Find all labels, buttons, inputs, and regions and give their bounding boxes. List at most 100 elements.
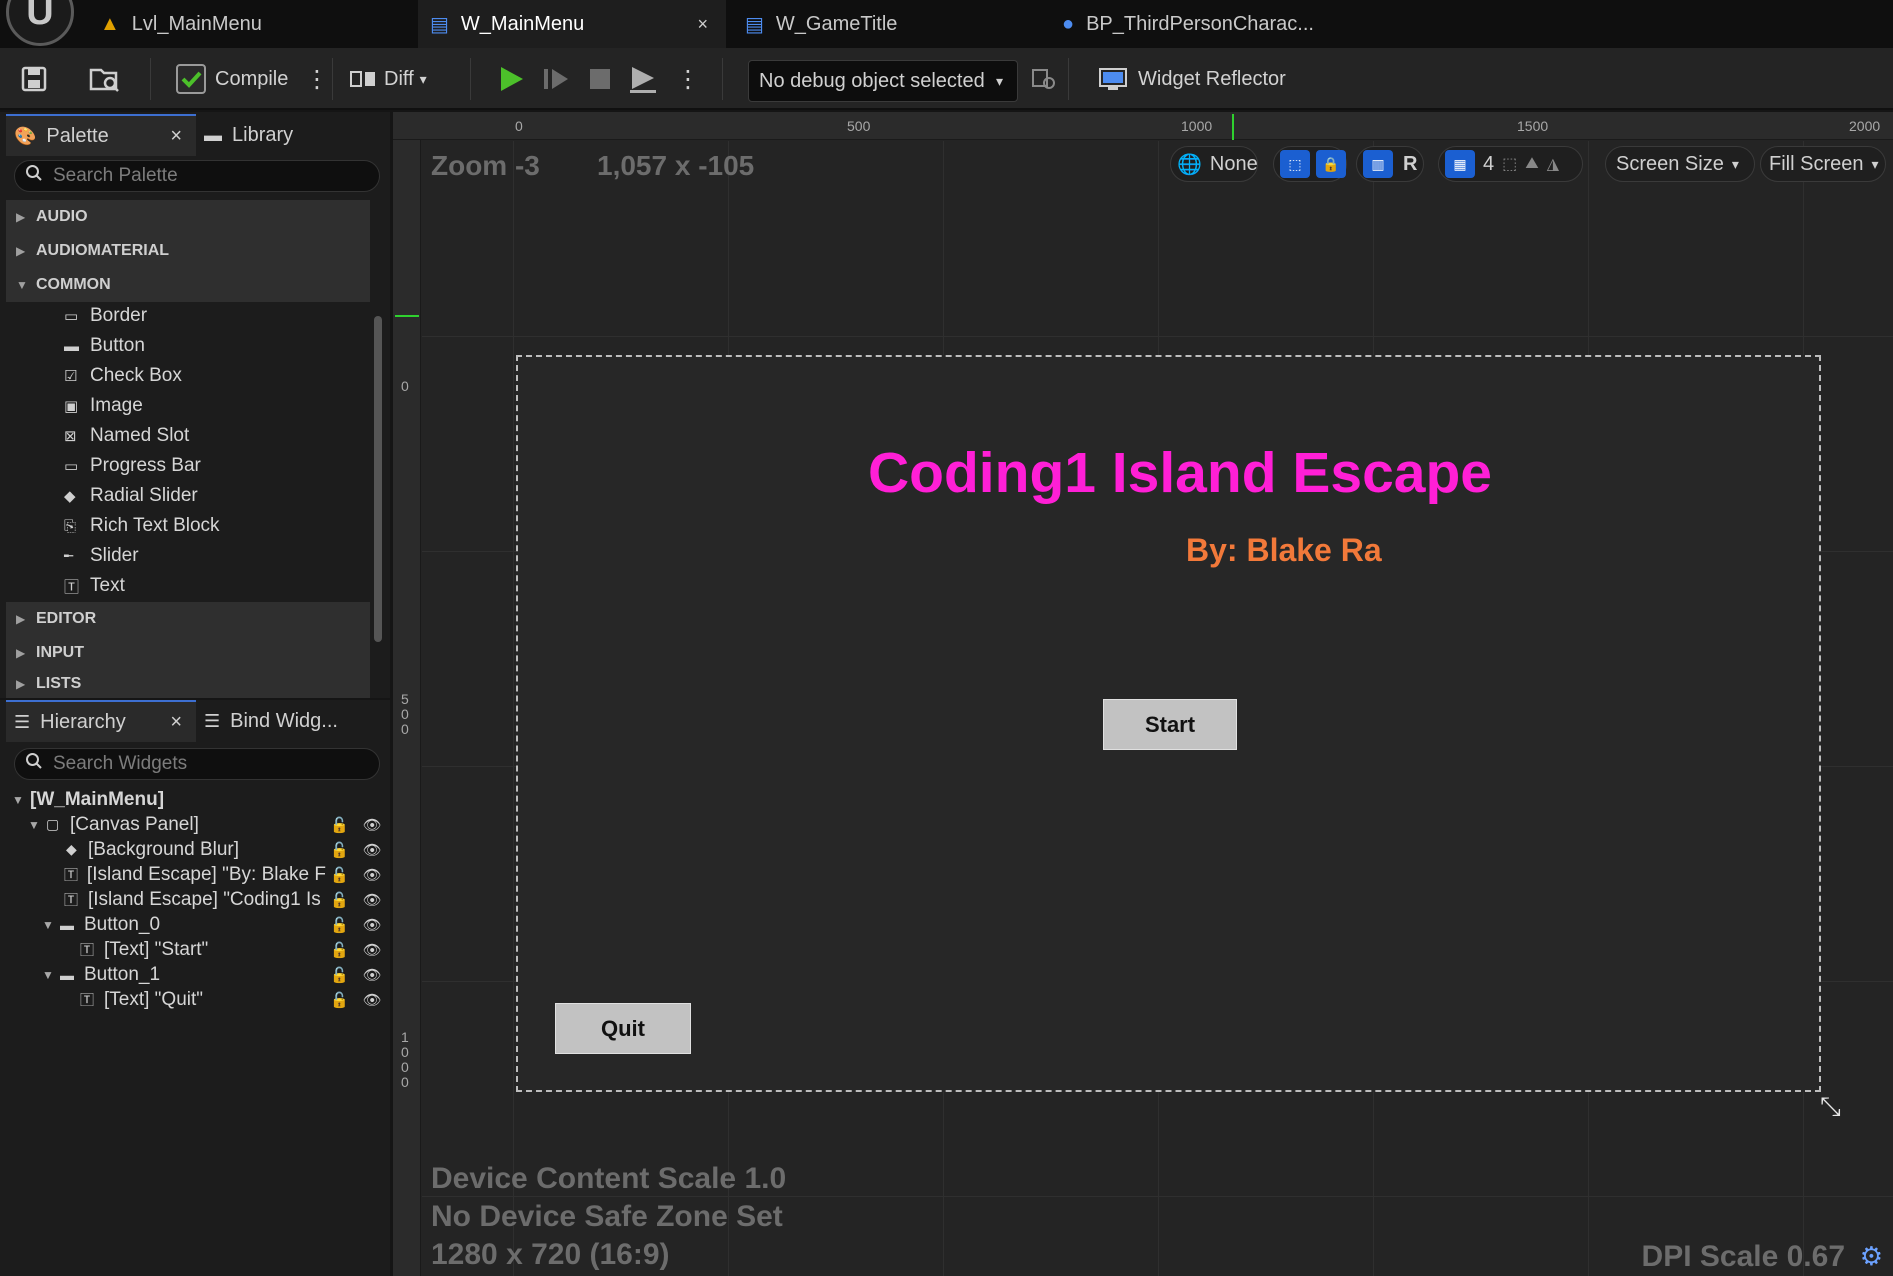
screen-size-dropdown[interactable]: Screen Size ▾: [1605, 146, 1755, 182]
unlock-icon[interactable]: 🔓: [330, 841, 349, 859]
chevron-down-icon: ▼: [42, 917, 54, 932]
debug-filter-icon[interactable]: [1030, 58, 1058, 100]
stop-icon: [590, 69, 610, 89]
search-palette-input[interactable]: Search Palette: [14, 160, 380, 192]
category-editor[interactable]: ▶ EDITOR: [6, 602, 370, 636]
stop-button[interactable]: [584, 58, 616, 100]
tab-lvl-mainmenu[interactable]: ▲ Lvl_MainMenu: [100, 0, 400, 48]
compile-icon: [175, 63, 207, 95]
grid-snap-icon[interactable]: ▦: [1445, 150, 1475, 178]
eye-icon[interactable]: 👁: [363, 891, 382, 909]
settings-gear-icon[interactable]: ⚙: [1860, 1241, 1883, 1272]
localization-preview-button[interactable]: 🌐 None: [1170, 146, 1258, 182]
palette-item-slider[interactable]: ╾ Slider: [64, 541, 139, 571]
quit-button[interactable]: Quit: [555, 1003, 691, 1054]
row-visibility-controls: 🔓 👁: [330, 837, 382, 862]
close-icon[interactable]: ×: [170, 711, 182, 734]
tree-row-button-1[interactable]: ▼ ▬ Button_1: [42, 962, 160, 987]
ruler-cursor-marker: [395, 315, 419, 317]
palette-item-text[interactable]: 🅃 Text: [64, 571, 125, 601]
category-lists[interactable]: ▶ LISTS: [6, 670, 370, 698]
tree-row-background-blur[interactable]: ◆ [Background Blur]: [66, 837, 239, 862]
category-audiomaterial[interactable]: ▶ AUDIOMATERIAL: [6, 234, 370, 268]
tab-library[interactable]: ▬ Library: [200, 114, 370, 156]
debug-object-select[interactable]: No debug object selected ▾: [748, 60, 1018, 102]
eye-icon[interactable]: 👁: [363, 916, 382, 934]
palette-scrollbar[interactable]: [374, 316, 382, 642]
palette-item-rich-text-block[interactable]: ⎘ Rich Text Block: [64, 511, 220, 541]
eye-icon[interactable]: 👁: [363, 841, 382, 859]
category-common[interactable]: ▼ COMMON: [6, 268, 370, 302]
eye-icon[interactable]: 👁: [363, 816, 382, 834]
tab-bp-thirdpersoncharacter[interactable]: ● BP_ThirdPersonCharac...: [1062, 0, 1422, 48]
tab-hierarchy[interactable]: ☰ Hierarchy ×: [6, 700, 196, 742]
unlock-icon[interactable]: 🔓: [330, 966, 349, 984]
play-button[interactable]: [494, 58, 526, 100]
tree-row-title-text[interactable]: 🅃 [Island Escape] "Coding1 Is: [64, 887, 326, 912]
play-options-icon[interactable]: ⋮: [676, 58, 700, 100]
unlock-icon[interactable]: 🔓: [330, 941, 349, 959]
unlock-icon[interactable]: 🔓: [330, 866, 349, 884]
palette-item-radial-slider[interactable]: ◆ Radial Slider: [64, 481, 198, 511]
named-slot-icon: ⊠: [64, 428, 77, 445]
screen-size-value: Screen Size: [1616, 152, 1724, 175]
unlock-icon[interactable]: 🔓: [330, 816, 349, 834]
compile-button[interactable]: Compile: [175, 58, 288, 100]
tree-row-canvas-panel[interactable]: ▼ ▢ [Canvas Panel]: [28, 812, 199, 837]
unlock-icon[interactable]: 🔓: [330, 991, 349, 1009]
safe-zone-info: No Device Safe Zone Set: [431, 1200, 783, 1233]
flip-icon[interactable]: ◮: [1547, 154, 1559, 174]
tab-bind-widgets[interactable]: ☰ Bind Widg...: [200, 700, 385, 742]
palette-item-progress-bar[interactable]: ▭ Progress Bar: [64, 451, 201, 481]
widget-reflector-button[interactable]: Widget Reflector: [1098, 58, 1286, 100]
cursor-icon[interactable]: ⬚: [1502, 154, 1517, 174]
compile-options-icon[interactable]: ⋮: [305, 58, 329, 100]
tab-palette[interactable]: 🎨 Palette ×: [6, 114, 196, 156]
title-text[interactable]: Coding1 Island Escape: [862, 440, 1498, 506]
tree-row-byline-text[interactable]: 🅃 [Island Escape] "By: Blake F: [64, 862, 326, 887]
lock-icon[interactable]: 🔒: [1316, 150, 1346, 178]
palette-item-named-slot[interactable]: ⊠ Named Slot: [64, 421, 189, 451]
start-button[interactable]: Start: [1103, 699, 1237, 750]
eye-icon[interactable]: 👁: [363, 941, 382, 959]
eye-icon[interactable]: 👁: [363, 866, 382, 884]
row-visibility-controls: 🔓 👁: [330, 987, 382, 1012]
palette-item-image[interactable]: ▣ Image: [64, 391, 143, 421]
button-icon: ▬: [60, 916, 74, 933]
tab-w-mainmenu[interactable]: ▤ W_MainMenu ×: [418, 0, 726, 48]
tree-row-text-start[interactable]: 🅃 [Text] "Start": [80, 937, 208, 962]
marquee-select-icon[interactable]: ⬚: [1280, 150, 1310, 178]
tree-row-text-quit[interactable]: 🅃 [Text] "Quit": [80, 987, 203, 1012]
palette-item-button[interactable]: ▬ Button: [64, 331, 145, 361]
byline-text[interactable]: By: Blake Ra: [1186, 532, 1382, 569]
search-widgets-input[interactable]: Search Widgets: [14, 748, 380, 780]
eye-icon[interactable]: 👁: [363, 966, 382, 984]
unlock-icon[interactable]: 🔓: [330, 916, 349, 934]
eject-button[interactable]: [626, 58, 660, 100]
resize-handle-icon[interactable]: ⤡: [1820, 1091, 1841, 1123]
tab-w-gametitle[interactable]: ▤ W_GameTitle: [745, 0, 1045, 48]
close-icon[interactable]: ×: [170, 125, 182, 148]
palette-item-check-box[interactable]: ☑ Check Box: [64, 361, 182, 391]
category-input[interactable]: ▶ INPUT: [6, 636, 370, 670]
designer-viewport[interactable]: 0 500 1000 1500 2000 0 5 0 0 1 0 0 0 Zoo…: [393, 112, 1893, 1276]
tree-row-button-0[interactable]: ▼ ▬ Button_0: [42, 912, 160, 937]
diff-button[interactable]: Diff ▾: [348, 58, 427, 100]
unreal-logo-icon[interactable]: U: [6, 0, 74, 46]
browse-icon[interactable]: [88, 58, 120, 100]
ruler-tick-label: 5 0 0: [401, 691, 409, 737]
step-button[interactable]: [540, 58, 572, 100]
image-icon[interactable]: ⛰: [1525, 155, 1538, 173]
respect-locks-icon[interactable]: ▥: [1363, 150, 1393, 178]
text-icon: 🅃: [64, 891, 78, 908]
tree-row-w-mainmenu[interactable]: ▼ [W_MainMenu]: [12, 787, 164, 812]
respect-locks-label[interactable]: R: [1403, 153, 1417, 176]
category-audio[interactable]: ▶ AUDIO: [6, 200, 370, 234]
fill-screen-dropdown[interactable]: Fill Screen ▾: [1760, 146, 1886, 182]
unlock-icon[interactable]: 🔓: [330, 891, 349, 909]
save-icon[interactable]: [20, 58, 48, 100]
close-icon[interactable]: ×: [697, 14, 708, 35]
eye-icon[interactable]: 👁: [363, 991, 382, 1009]
grid-snap-value[interactable]: 4: [1483, 153, 1494, 176]
palette-item-border[interactable]: ▭ Border: [64, 301, 147, 331]
